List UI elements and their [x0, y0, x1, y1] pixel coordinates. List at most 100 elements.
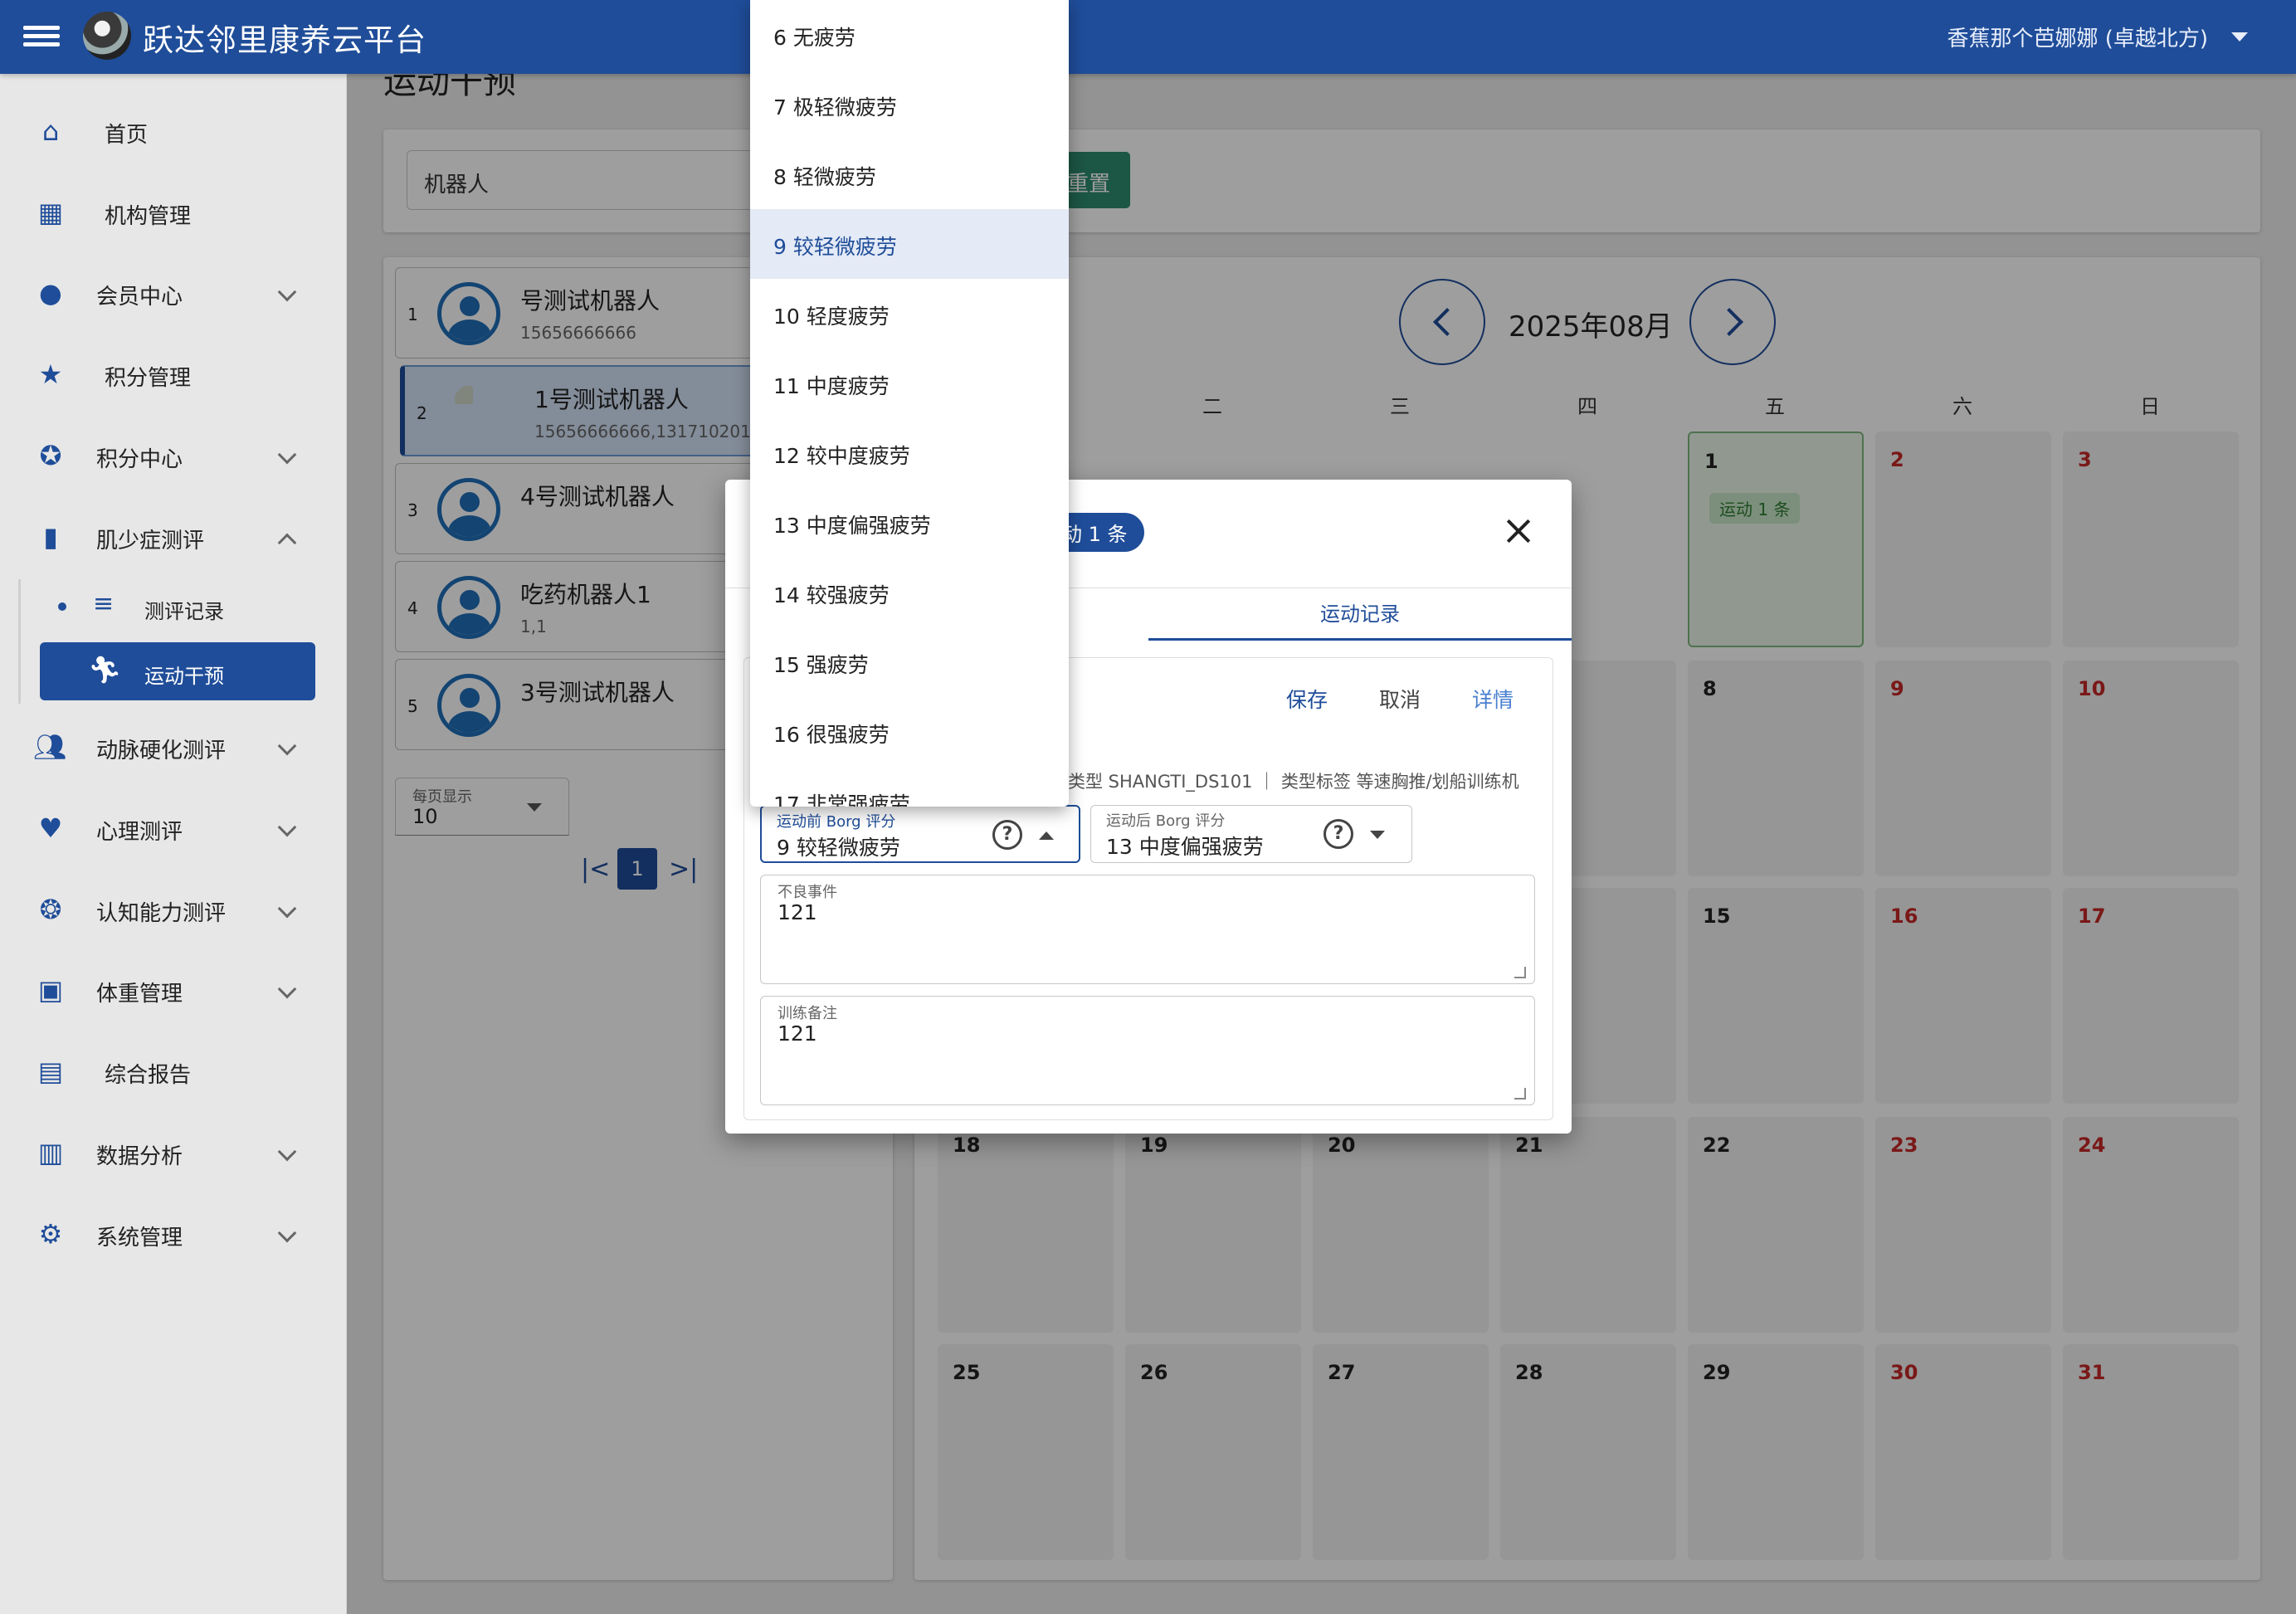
user-name: 香蕉那个芭娜娜 (卓越北方): [1947, 27, 2208, 51]
menu-icon[interactable]: [23, 22, 60, 51]
sidebar-item-label: 首页: [105, 123, 149, 148]
person-icon: ●: [39, 277, 62, 309]
chevron-down-icon: [277, 736, 297, 756]
sidebar-subitem-label: 测评记录: [144, 600, 224, 623]
sidebar-item-label: 心理测评: [96, 820, 183, 845]
detail-button[interactable]: 详情: [1472, 684, 1514, 714]
chevron-down-icon: [277, 899, 297, 919]
pre-borg-label: 运动前 Borg 评分: [777, 813, 896, 831]
chevron-up-icon: [277, 533, 297, 553]
sidebar-item-home[interactable]: ⌂ 首页: [0, 102, 347, 160]
borg-dropdown-menu: 6 无疲劳 7 极轻微疲劳 8 轻微疲劳 9 较轻微疲劳 10 轻度疲劳 11 …: [750, 0, 1069, 807]
borg-option[interactable]: 14 较强疲劳: [750, 558, 1069, 627]
close-icon[interactable]: [1502, 514, 1535, 548]
adverse-events-value: 121: [778, 900, 817, 924]
adverse-events-field[interactable]: 不良事件 121: [760, 875, 1535, 984]
run-icon: 🏃︎: [88, 654, 122, 685]
sidebar-subnav-line: [18, 579, 21, 704]
device-info: 备类型 SHANGTI_DS101 ｜ 类型标签 等速胸推/划船训练机: [1051, 772, 1519, 792]
user-menu[interactable]: 香蕉那个芭娜娜 (卓越北方): [1947, 22, 2248, 52]
star-icon: ★: [38, 358, 63, 390]
app-logo: [83, 12, 131, 60]
post-borg-label: 运动后 Borg 评分: [1106, 812, 1226, 830]
gear-icon: ⚙: [38, 1218, 63, 1250]
sidebar-item-label: 会员中心: [96, 285, 183, 310]
building-icon: ▦: [37, 197, 64, 228]
borg-option[interactable]: 10 轻度疲劳: [750, 279, 1069, 349]
help-icon[interactable]: ?: [1323, 819, 1353, 849]
save-button[interactable]: 保存: [1286, 684, 1328, 714]
sidebar-subitem-label: 运动干预: [144, 665, 224, 688]
borg-option[interactable]: 6 无疲劳: [750, 0, 1069, 70]
chevron-down-icon: [277, 1142, 297, 1162]
report-icon: ▤: [37, 1056, 64, 1087]
sidebar-item-label: 积分管理: [105, 366, 192, 391]
borg-option[interactable]: 16 很强疲劳: [750, 697, 1069, 767]
bar-chart-icon: ▮: [43, 521, 58, 553]
filter-icon: ≡: [93, 589, 115, 618]
home-icon: ⌂: [41, 115, 60, 147]
sidebar-item-org[interactable]: ▦ 机构管理: [0, 183, 347, 241]
sidebar-item-points-mgmt[interactable]: ★ 积分管理: [0, 345, 347, 403]
chevron-down-icon: [277, 282, 297, 302]
chevron-down-icon: [277, 1223, 297, 1243]
post-borg-value: 13 中度偏强疲劳: [1106, 835, 1264, 859]
sidebar-item-weight[interactable]: ▣ 体重管理: [0, 961, 347, 1019]
training-notes-label: 训练备注: [778, 1005, 837, 1022]
chevron-down-icon: [277, 979, 297, 999]
borg-option[interactable]: 12 较中度疲劳: [750, 418, 1069, 488]
pre-borg-select[interactable]: 运动前 Borg 评分 9 较轻微疲劳 ?: [760, 805, 1080, 863]
app-bar: 跃达邻里康养云平台 香蕉那个芭娜娜 (卓越北方): [0, 0, 2296, 74]
borg-option[interactable]: 7 极轻微疲劳: [750, 70, 1069, 139]
sidebar-item-label: 动脉硬化测评: [96, 739, 227, 763]
post-borg-select[interactable]: 运动后 Borg 评分 13 中度偏强疲劳 ?: [1090, 805, 1412, 863]
star-circle-icon: ✪: [39, 440, 62, 471]
chevron-up-icon: [1039, 831, 1054, 840]
bullet-icon: [58, 602, 66, 611]
sidebar-item-sarcopenia[interactable]: ▮ 肌少症测评: [0, 508, 347, 566]
resize-handle[interactable]: [1514, 967, 1526, 978]
sidebar-item-label: 体重管理: [96, 982, 183, 1007]
people-icon: 👥︎: [33, 731, 67, 763]
chevron-down-icon: [2231, 32, 2248, 41]
help-icon[interactable]: ?: [992, 820, 1022, 850]
chevron-down-icon: [1370, 831, 1385, 839]
sidebar-item-label: 认知能力测评: [96, 901, 227, 926]
chevron-down-icon: [277, 445, 297, 465]
sidebar-item-label: 系统管理: [96, 1226, 183, 1251]
sidebar-item-system[interactable]: ⚙ 系统管理: [0, 1205, 347, 1263]
resize-handle[interactable]: [1514, 1088, 1526, 1100]
borg-option[interactable]: 11 中度疲劳: [750, 349, 1069, 418]
training-notes-field[interactable]: 训练备注 121: [760, 996, 1535, 1105]
scale-icon: ▣: [37, 974, 64, 1006]
sidebar-item-label: 积分中心: [96, 447, 183, 472]
borg-option[interactable]: 15 强疲劳: [750, 627, 1069, 697]
sidebar-item-arterial[interactable]: 👥︎ 动脉硬化测评: [0, 718, 347, 776]
sidebar-item-report[interactable]: ▤ 综合报告: [0, 1042, 347, 1100]
pre-borg-value: 9 较轻微疲劳: [777, 836, 900, 860]
tab-exercise-records[interactable]: 运动记录: [1148, 588, 1572, 641]
sidebar-subitem-exercise[interactable]: 🏃︎ 运动干预: [40, 642, 315, 700]
heart-icon: ♥: [38, 812, 63, 844]
borg-option-selected[interactable]: 9 较轻微疲劳: [750, 209, 1069, 279]
cancel-button[interactable]: 取消: [1379, 684, 1421, 714]
sidebar-item-label: 肌少症测评: [96, 529, 205, 553]
analytics-icon: ▥: [37, 1137, 64, 1168]
training-notes-value: 121: [778, 1022, 817, 1046]
borg-option[interactable]: 13 中度偏强疲劳: [750, 488, 1069, 558]
sidebar-item-label: 数据分析: [96, 1144, 183, 1169]
app-title: 跃达邻里康养云平台: [143, 22, 427, 58]
sidebar-item-members[interactable]: ● 会员中心: [0, 264, 347, 322]
sidebar-item-label: 机构管理: [105, 204, 192, 229]
borg-option[interactable]: 17 非常强疲劳: [750, 767, 1069, 807]
sidebar-item-points-center[interactable]: ✪ 积分中心: [0, 427, 347, 485]
sidebar-item-analytics[interactable]: ▥ 数据分析: [0, 1124, 347, 1182]
sidebar-subitem-records[interactable]: ≡ 测评记录: [40, 578, 315, 636]
sidebar-item-cognitive[interactable]: ❂ 认知能力测评: [0, 880, 347, 939]
sidebar-item-psych[interactable]: ♥ 心理测评: [0, 799, 347, 857]
borg-option[interactable]: 8 轻微疲劳: [750, 139, 1069, 209]
adverse-events-label: 不良事件: [778, 884, 837, 901]
chevron-down-icon: [277, 817, 297, 837]
brain-icon: ❂: [39, 894, 62, 925]
sidebar-item-label: 综合报告: [105, 1063, 192, 1088]
